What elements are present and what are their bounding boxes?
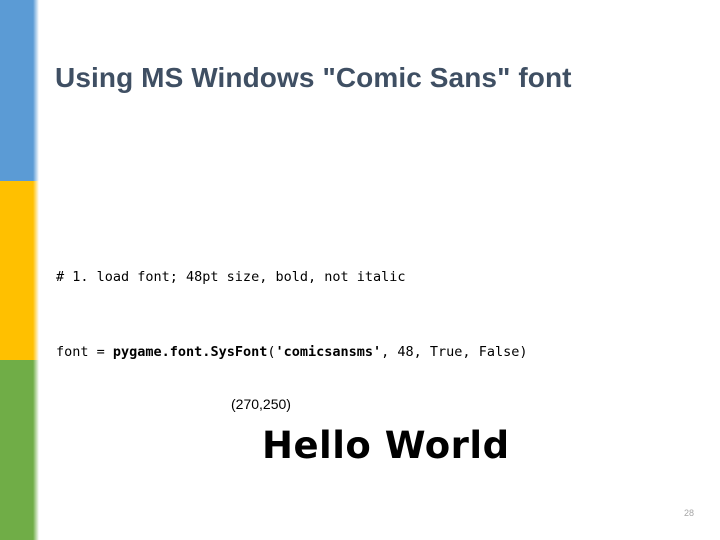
left-color-rail: [0, 0, 39, 540]
code-comment-1: # 1. load font; 48pt size, bold, not ita…: [56, 269, 406, 285]
code-block-1: # 1. load font; 48pt size, bold, not ita…: [56, 215, 696, 415]
rail-segment-green-solid: [0, 360, 33, 540]
rail-segment-green-fade: [33, 360, 39, 540]
rail-segment-blue-fade: [33, 0, 39, 181]
code-statement-1-sysfont-call: pygame.font.SysFont: [112, 344, 268, 360]
slide-canvas: Using MS Windows "Comic Sans" font # 1. …: [0, 0, 720, 540]
code-listing: # 1. load font; 48pt size, bold, not ita…: [56, 140, 696, 540]
rail-segment-yellow-fade: [33, 181, 39, 360]
code-block-2: # 2. render anti-aliased black text as a…: [56, 510, 696, 540]
code-statement-1: font = pygame.font.SysFont('comicsansms'…: [56, 340, 696, 365]
slide-title: Using MS Windows "Comic Sans" font: [55, 62, 572, 93]
rendered-text-sample: Hello World: [262, 424, 510, 467]
rail-segment-green: [0, 360, 39, 540]
code-statement-1-font-name: 'comicsansms': [275, 344, 382, 360]
rail-segment-yellow-solid: [0, 181, 33, 360]
rail-segment-blue: [0, 0, 39, 181]
rail-segment-yellow: [0, 181, 39, 360]
coordinate-label: (270,250): [231, 396, 291, 412]
code-statement-1-post: , 48, True, False): [381, 344, 528, 360]
rail-segment-blue-solid: [0, 0, 33, 181]
code-statement-1-pre: font =: [56, 344, 113, 360]
page-number: 28: [683, 508, 694, 518]
